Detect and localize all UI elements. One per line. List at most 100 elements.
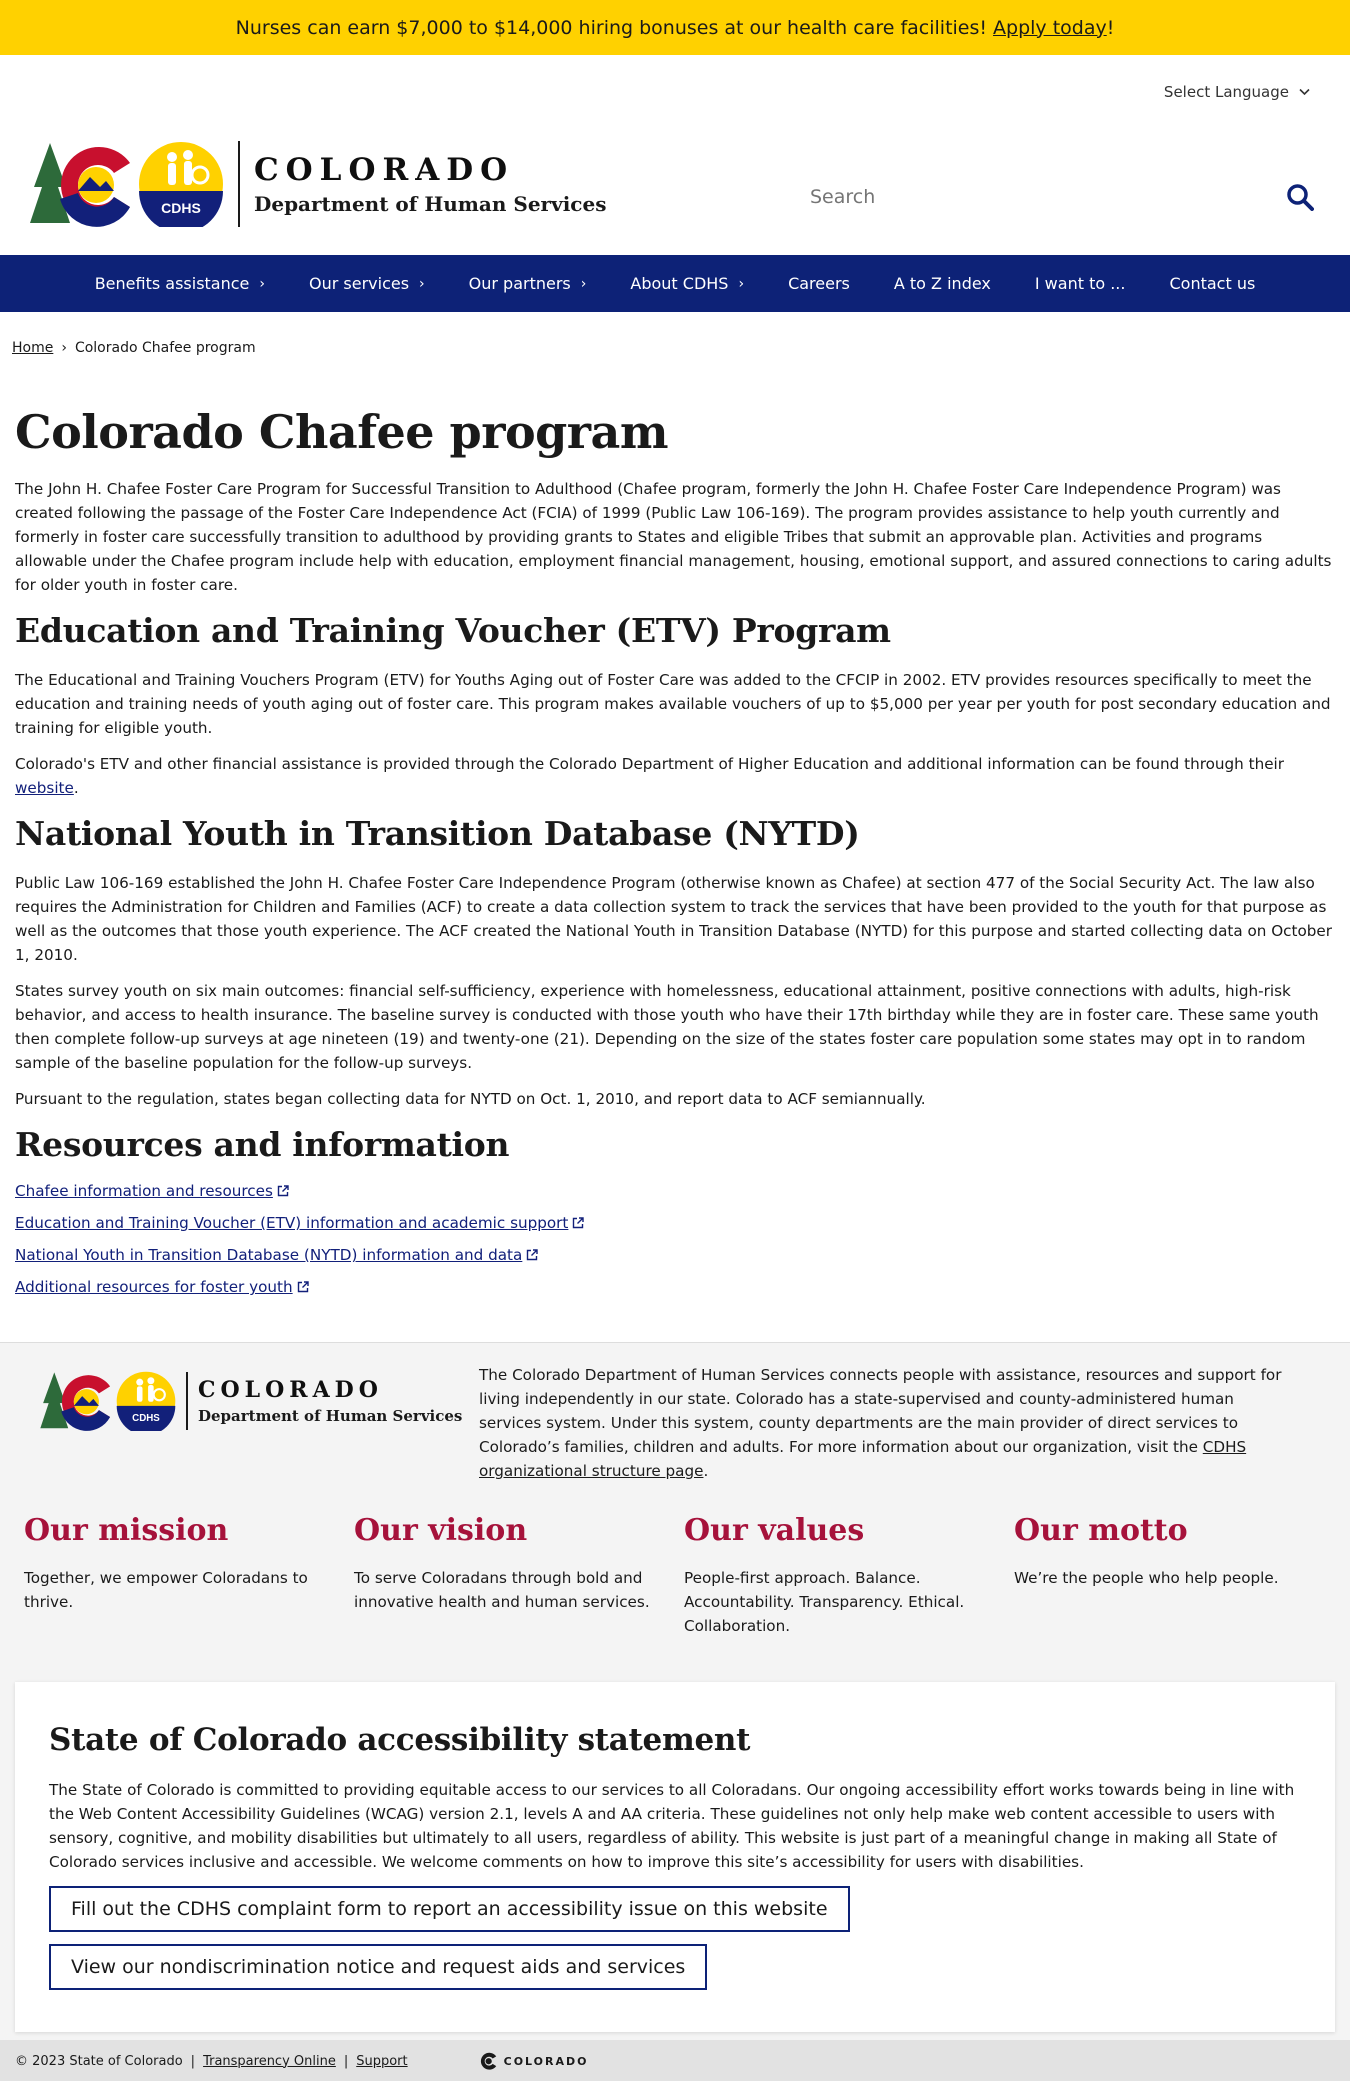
language-label: Select Language	[1163, 83, 1289, 101]
etv-paragraph-2: Colorado's ETV and other financial assis…	[15, 752, 1335, 800]
footer-logo[interactable]: CDHS COLORADO Department of Human Servic…	[40, 1371, 462, 1431]
footer-pillars: Our mission Together, we empower Colorad…	[24, 1513, 1344, 1638]
etv-paragraph-1: The Educational and Training Vouchers Pr…	[15, 671, 1331, 737]
mini-logo-text: COLORADO	[503, 2054, 589, 2068]
footer-about-tail: .	[703, 1462, 709, 1480]
nav-our-services[interactable]: Our services ›	[287, 274, 447, 293]
pillar-title: Our motto	[1014, 1513, 1188, 1548]
page-title: Colorado Chafee program	[15, 405, 669, 459]
site-header: Select Language CDHS COLORADO Department…	[0, 55, 1350, 255]
resources-heading: Resources and information	[15, 1125, 510, 1164]
nytd-heading: National Youth in Transition Database (N…	[15, 814, 860, 853]
etv-paragraph-2-text: Colorado's ETV and other financial assis…	[15, 755, 1285, 773]
transparency-online-link[interactable]: Transparency Online	[203, 2054, 336, 2069]
resource-link-foster-youth[interactable]: Additional resources for foster youth	[15, 1278, 1335, 1296]
pillar-text: We’re the people who help people.	[1014, 1569, 1279, 1587]
breadcrumb: Home › Colorado Chafee program	[12, 340, 256, 356]
external-link-icon	[277, 1185, 289, 1197]
language-select[interactable]: Select Language	[1164, 83, 1310, 101]
separator: |	[343, 2053, 349, 2069]
nav-i-want-to[interactable]: I want to ...	[1013, 274, 1148, 293]
nav-label: Our services	[309, 274, 410, 293]
nytd-paragraph-3: Pursuant to the regulation, states began…	[15, 1090, 926, 1108]
cdhs-logo[interactable]: CDHS COLORADO Department of Human Servic…	[30, 141, 606, 227]
resource-link-label: Chafee information and resources	[15, 1182, 273, 1200]
nav-label: Our partners	[468, 274, 571, 293]
footer-bottom-bar: © 2023 State of Colorado | Transparency …	[0, 2040, 1350, 2081]
cdhs-badge-icon: CDHS	[116, 1371, 176, 1431]
nav-label: Contact us	[1169, 274, 1256, 293]
external-link-icon	[297, 1281, 309, 1293]
nytd-paragraph-2: States survey youth on six main outcomes…	[15, 982, 1319, 1072]
nav-about-cdhs[interactable]: About CDHS ›	[608, 274, 766, 293]
chevron-right-icon: ›	[259, 275, 265, 292]
footer-logo-text: COLORADO Department of Human Services	[198, 1377, 462, 1425]
pillar-text: To serve Coloradans through bold and inn…	[354, 1569, 650, 1611]
search-input[interactable]	[810, 186, 1210, 208]
nav-a-to-z-index[interactable]: A to Z index	[872, 274, 1013, 293]
pillar-mission: Our mission Together, we empower Colorad…	[24, 1513, 354, 1638]
copyright: © 2023 State of Colorado	[15, 2053, 183, 2069]
breadcrumb-current: Colorado Chafee program	[74, 340, 256, 356]
cdhs-badge-text: CDHS	[132, 1413, 160, 1424]
chevron-right-icon: ›	[580, 275, 587, 292]
nytd-paragraph-1: Public Law 106-169 established the John …	[15, 874, 1332, 964]
chevron-down-icon	[1299, 86, 1310, 99]
resource-link-label: Additional resources for foster youth	[15, 1278, 293, 1296]
chevron-right-icon: ›	[738, 275, 745, 292]
banner-text: Nurses can earn $7,000 to $14,000 hiring…	[235, 16, 988, 39]
footer-about-text: The Colorado Department of Human Service…	[479, 1366, 1282, 1456]
etv-heading: Education and Training Voucher (ETV) Pro…	[15, 611, 891, 650]
cdhs-badge-text: CDHS	[161, 200, 201, 216]
accessibility-title: State of Colorado accessibility statemen…	[49, 1722, 751, 1758]
nav-label: Careers	[788, 274, 850, 293]
accessibility-text: The State of Colorado is committed to pr…	[49, 1781, 1295, 1871]
pillar-title: Our values	[684, 1513, 865, 1548]
promo-banner: Nurses can earn $7,000 to $14,000 hiring…	[0, 0, 1350, 55]
accessibility-statement: State of Colorado accessibility statemen…	[15, 1682, 1335, 2032]
nondiscrimination-button[interactable]: View our nondiscrimination notice and re…	[49, 1944, 708, 1990]
external-link-icon	[573, 1217, 585, 1229]
separator: |	[190, 2053, 196, 2069]
pillar-motto: Our motto We’re the people who help peop…	[1014, 1513, 1344, 1638]
site-footer: CDHS COLORADO Department of Human Servic…	[0, 1342, 1350, 2081]
nav-label: Benefits assistance	[94, 274, 250, 293]
resource-link-etv[interactable]: Education and Training Voucher (ETV) inf…	[15, 1214, 1335, 1232]
pillar-text: Together, we empower Coloradans to thriv…	[24, 1569, 308, 1611]
nav-label: A to Z index	[893, 274, 991, 293]
search-bar	[810, 173, 1320, 221]
logo-divider	[238, 141, 240, 227]
etv-website-link[interactable]: website	[15, 779, 74, 797]
nav-contact-us[interactable]: Contact us	[1147, 274, 1277, 293]
nav-label: About CDHS	[630, 274, 729, 293]
state-mini-logo[interactable]: COLORADO	[474, 2051, 589, 2071]
apply-today-link[interactable]: Apply today	[993, 17, 1107, 39]
cdhs-badge-icon: CDHS	[139, 142, 223, 227]
support-link[interactable]: Support	[356, 2054, 407, 2069]
logo-subtitle: Department of Human Services	[254, 192, 607, 216]
resource-link-nytd[interactable]: National Youth in Transition Database (N…	[15, 1246, 1335, 1264]
pillar-title: Our mission	[24, 1513, 229, 1548]
logo-title: COLORADO	[254, 152, 515, 188]
nav-careers[interactable]: Careers	[766, 274, 872, 293]
intro-paragraph: The John H. Chafee Foster Care Program f…	[15, 480, 1332, 594]
main-content: Colorado Chafee program The John H. Chaf…	[15, 405, 1335, 1310]
complaint-form-button[interactable]: Fill out the CDHS complaint form to repo…	[49, 1886, 850, 1932]
colorado-c-icon	[480, 2052, 496, 2070]
resource-link-chafee[interactable]: Chafee information and resources	[15, 1182, 1335, 1200]
nav-our-partners[interactable]: Our partners ›	[447, 274, 609, 293]
etv-paragraph-2-tail: .	[73, 779, 79, 797]
nav-label: I want to ...	[1034, 274, 1126, 293]
footer-about: The Colorado Department of Human Service…	[479, 1363, 1299, 1483]
resources-list: Chafee information and resources Educati…	[15, 1182, 1335, 1296]
footer-logo-title: COLORADO	[198, 1377, 383, 1403]
pillar-title: Our vision	[354, 1513, 528, 1548]
resource-link-label: Education and Training Voucher (ETV) inf…	[15, 1214, 569, 1232]
chevron-right-icon: ›	[419, 275, 425, 292]
nav-benefits-assistance[interactable]: Benefits assistance ›	[73, 274, 287, 293]
banner-tail: !	[1106, 16, 1115, 39]
colorado-c-icon	[40, 1372, 111, 1431]
search-button[interactable]	[1280, 177, 1320, 217]
search-icon	[1287, 184, 1314, 211]
breadcrumb-home[interactable]: Home	[12, 340, 53, 356]
